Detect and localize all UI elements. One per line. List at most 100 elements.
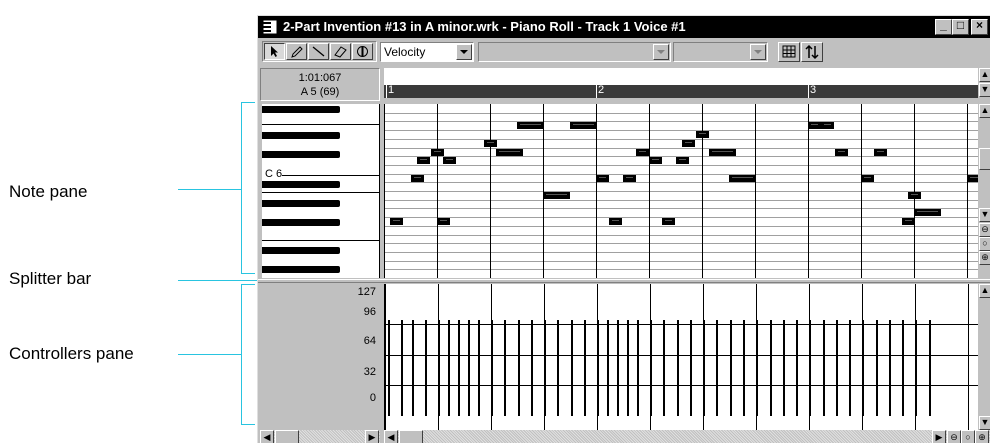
velocity-bar[interactable] (637, 320, 639, 416)
note-pane[interactable] (384, 104, 978, 278)
velocity-bar[interactable] (531, 320, 533, 416)
scroll-left-icon[interactable]: ◀ (384, 430, 398, 443)
midi-note[interactable] (390, 218, 403, 225)
midi-note[interactable] (914, 209, 941, 216)
midi-note[interactable] (623, 175, 636, 182)
velocity-bar[interactable] (627, 320, 629, 416)
zoom-out-icon[interactable]: ⊖ (979, 223, 990, 237)
scroll-right-icon[interactable]: ▶ (365, 430, 379, 443)
velocity-bar[interactable] (557, 320, 559, 416)
time-ruler[interactable]: 1 2 3 (384, 68, 978, 98)
keyboard-hscroll-thumb[interactable] (275, 430, 299, 443)
velocity-bar[interactable] (876, 320, 878, 416)
chevron-down-icon[interactable] (653, 44, 669, 60)
scroll-left-icon[interactable]: ◀ (260, 430, 274, 443)
controller-scrollbar[interactable]: ▲ ▼ (979, 284, 990, 430)
scrub-tool-button[interactable] (352, 43, 373, 60)
title-bar[interactable]: 2-Part Invention #13 in A minor.wrk - Pi… (258, 16, 990, 38)
snap-grid-button[interactable] (778, 42, 800, 62)
note-scroll-thumb[interactable] (979, 148, 990, 170)
controller-select[interactable]: Velocity (380, 42, 474, 62)
velocity-bar[interactable] (690, 320, 692, 416)
midi-note[interactable] (484, 140, 497, 147)
midi-note[interactable] (729, 175, 756, 182)
channel-select[interactable] (673, 42, 768, 62)
velocity-bar[interactable] (836, 320, 838, 416)
velocity-bar[interactable] (796, 320, 798, 416)
midi-note[interactable] (636, 149, 649, 156)
zoom-reset-icon[interactable]: ○ (979, 237, 990, 251)
midi-note[interactable] (517, 122, 544, 129)
midi-note[interactable] (543, 192, 570, 199)
velocity-bar[interactable] (889, 320, 891, 416)
midi-note[interactable] (908, 192, 921, 199)
velocity-bar[interactable] (448, 320, 450, 416)
note-scrollbar[interactable]: ▲ ▼ ⊖ ○ ⊕ (979, 104, 990, 278)
main-hscrollbar[interactable]: ◀ ▶ ⊖ ○ ⊕ (384, 430, 990, 443)
scroll-up-icon[interactable]: ▲ (979, 104, 990, 118)
scroll-up-icon[interactable]: ▲ (979, 284, 990, 298)
velocity-bar[interactable] (862, 320, 864, 416)
velocity-bar[interactable] (607, 320, 609, 416)
velocity-bar[interactable] (518, 320, 520, 416)
midi-note[interactable] (696, 131, 709, 138)
line-tool-button[interactable] (308, 43, 329, 60)
velocity-bar[interactable] (743, 320, 745, 416)
eraser-tool-button[interactable] (330, 43, 351, 60)
velocity-bar[interactable] (915, 320, 917, 416)
pencil-tool-button[interactable] (286, 43, 307, 60)
midi-note[interactable] (709, 149, 736, 156)
velocity-bar[interactable] (584, 320, 586, 416)
swap-panes-button[interactable] (801, 42, 823, 62)
zoom-in-icon[interactable]: ⊕ (975, 430, 989, 443)
scroll-down-icon[interactable]: ▼ (979, 208, 990, 222)
velocity-bar[interactable] (571, 320, 573, 416)
velocity-bar[interactable] (544, 320, 546, 416)
velocity-bar[interactable] (703, 320, 705, 416)
maximize-button[interactable]: □ (952, 18, 969, 35)
velocity-bar[interactable] (823, 320, 825, 416)
zoom-out-icon[interactable]: ⊖ (947, 430, 961, 443)
velocity-bar[interactable] (388, 320, 390, 416)
velocity-bar[interactable] (677, 320, 679, 416)
midi-note[interactable] (821, 122, 834, 129)
scroll-down-icon[interactable]: ▼ (979, 83, 990, 97)
zoom-in-icon[interactable]: ⊕ (979, 251, 990, 265)
velocity-bar[interactable] (730, 320, 732, 416)
chevron-down-icon[interactable] (750, 44, 766, 60)
velocity-bar[interactable] (663, 320, 665, 416)
midi-note[interactable] (443, 157, 456, 164)
midi-note[interactable] (861, 175, 874, 182)
scroll-down-icon[interactable]: ▼ (979, 416, 990, 430)
splitter-bar[interactable] (258, 279, 990, 283)
velocity-bar[interactable] (650, 320, 652, 416)
velocity-bar[interactable] (809, 320, 811, 416)
midi-note[interactable] (662, 218, 675, 225)
minimize-button[interactable]: _ (935, 18, 952, 35)
velocity-bar[interactable] (491, 320, 493, 416)
chevron-down-icon[interactable] (456, 44, 472, 60)
midi-note[interactable] (496, 149, 523, 156)
midi-note[interactable] (609, 218, 622, 225)
ruler-scrollbar[interactable]: ▲ ▼ (979, 68, 990, 98)
midi-note[interactable] (417, 157, 430, 164)
midi-note[interactable] (902, 218, 915, 225)
midi-note[interactable] (649, 157, 662, 164)
main-hscroll-thumb[interactable] (399, 430, 423, 443)
velocity-bar[interactable] (716, 320, 718, 416)
midi-note[interactable] (676, 157, 689, 164)
midi-note[interactable] (431, 149, 444, 156)
scroll-up-icon[interactable]: ▲ (979, 68, 990, 82)
velocity-bar[interactable] (425, 320, 427, 416)
midi-note[interactable] (967, 175, 978, 182)
piano-keyboard[interactable]: C 6 (262, 104, 380, 278)
velocity-bar[interactable] (458, 320, 460, 416)
velocity-bar[interactable] (478, 320, 480, 416)
velocity-bar[interactable] (756, 320, 758, 416)
midi-note[interactable] (570, 122, 597, 129)
velocity-bar[interactable] (783, 320, 785, 416)
midi-note[interactable] (835, 149, 848, 156)
controllers-pane[interactable] (384, 284, 978, 430)
velocity-bar[interactable] (617, 320, 619, 416)
velocity-bar[interactable] (902, 320, 904, 416)
